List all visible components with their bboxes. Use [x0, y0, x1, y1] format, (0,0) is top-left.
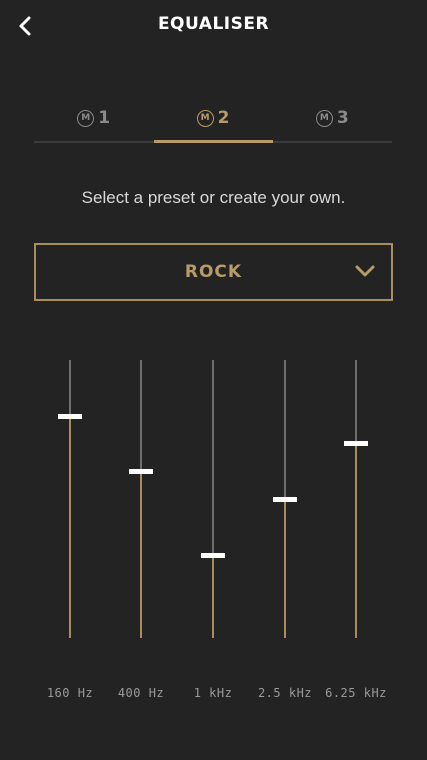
memory-badge-icon: M: [315, 109, 333, 127]
eq-slider[interactable]: [58, 360, 82, 638]
memory-badge-icon: M: [77, 109, 95, 127]
chevron-down-icon: [355, 265, 375, 277]
active-tab-indicator: [154, 140, 273, 143]
eq-slider[interactable]: [129, 360, 153, 638]
memory-tabs: M 1 M 2 M 3: [34, 96, 392, 144]
tab-m1[interactable]: M 1: [34, 96, 153, 140]
preset-hint: Select a preset or create your own.: [81, 188, 346, 207]
slider-thumb[interactable]: [129, 469, 153, 474]
slider-thumb[interactable]: [58, 414, 82, 419]
slider-track-upper: [355, 360, 357, 443]
tab-label: 1: [98, 108, 111, 128]
memory-badge-icon: M: [196, 109, 214, 127]
slider-track-level: [212, 555, 214, 638]
slider-track-level: [284, 499, 286, 638]
preset-dropdown[interactable]: ROCK: [34, 243, 393, 301]
preset-value: ROCK: [184, 262, 243, 282]
eq-slider[interactable]: [201, 360, 225, 638]
band-frequency-label: 6.25 kHz: [325, 686, 387, 700]
band-frequency-label: 160 Hz: [46, 686, 94, 700]
slider-track-upper: [140, 360, 142, 471]
slider-thumb[interactable]: [273, 497, 297, 502]
tab-m3[interactable]: M 3: [273, 96, 392, 140]
slider-thumb[interactable]: [201, 553, 225, 558]
tab-m2[interactable]: M 2: [153, 96, 272, 140]
slider-track-upper: [69, 360, 71, 416]
eq-slider[interactable]: [344, 360, 368, 638]
band-frequency-label: 2.5 kHz: [257, 686, 313, 700]
tab-label: 2: [217, 108, 230, 128]
slider-track-level: [140, 471, 142, 638]
band-frequency-label: 1 kHz: [193, 686, 233, 700]
slider-track-upper: [284, 360, 286, 499]
slider-thumb[interactable]: [344, 441, 368, 446]
header: EQUALISER: [0, 0, 427, 52]
band-frequency-label: 400 Hz: [117, 686, 165, 700]
slider-track-upper: [212, 360, 214, 555]
eq-slider[interactable]: [273, 360, 297, 638]
slider-track-level: [69, 416, 71, 638]
slider-track-level: [355, 443, 357, 638]
page-title: EQUALISER: [157, 14, 270, 34]
tab-label: 3: [336, 108, 349, 128]
